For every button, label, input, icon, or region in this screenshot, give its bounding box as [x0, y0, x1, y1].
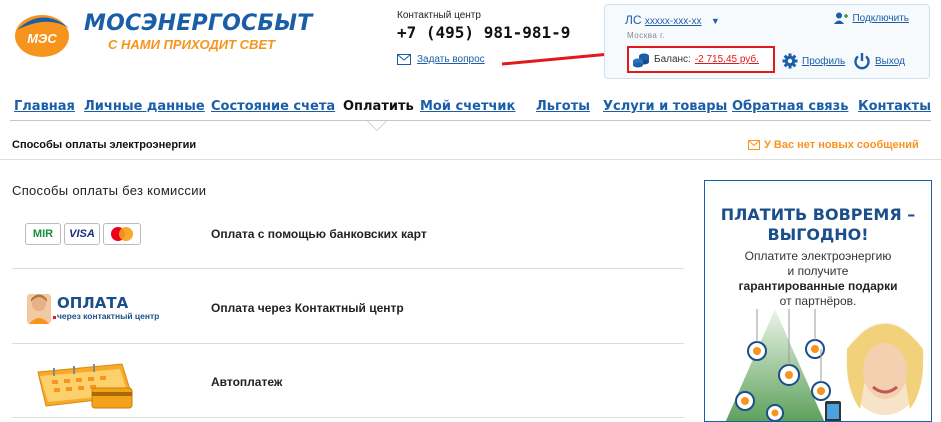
visa-logo: VISA	[64, 223, 100, 245]
banner-title-line1: ПЛАТИТЬ ВОВРЕМЯ –	[720, 205, 916, 224]
balance[interactable]: Баланс: -2 715,45 руб.	[627, 46, 775, 73]
brand[interactable]: МОСЭНЕРГОСБЫТ С НАМИ ПРИХОДИТ СВЕТ	[84, 12, 313, 54]
contact-center-payment-logo[interactable]: ОПЛАТА через контактный центр	[27, 290, 177, 326]
banner-text-line3: гарантированные подарки	[738, 279, 898, 293]
account-selector[interactable]: ЛС xxxxx-xxx-xx ▼	[625, 13, 720, 27]
messages-status-label: У Вас нет новых сообщений	[764, 139, 919, 151]
brand-slogan: С НАМИ ПРИХОДИТ СВЕТ	[108, 37, 276, 52]
add-user-icon	[834, 12, 849, 24]
logout-link-label: Выход	[875, 55, 905, 67]
card-logos[interactable]: MIR VISA	[25, 223, 141, 245]
ask-question-link[interactable]: Задать вопрос	[417, 54, 485, 65]
banner-text-line1: Оплатите электроэнергию	[744, 249, 892, 263]
autopay-calendar-icon[interactable]	[24, 362, 144, 410]
row-divider	[12, 343, 684, 344]
profile-link[interactable]: Профиль	[782, 53, 845, 69]
power-icon	[854, 53, 870, 70]
method-autopay[interactable]: Автоплатеж	[211, 375, 282, 389]
row-divider	[12, 417, 684, 418]
profile-link-label: Профиль	[802, 55, 846, 67]
method-bank-cards[interactable]: Оплата с помощью банковских карт	[211, 227, 427, 241]
connect-link[interactable]: Подключить	[834, 12, 909, 24]
nav-item-my-meter[interactable]: Мой счетчик	[420, 99, 515, 114]
nav-item-account-status[interactable]: Состояние счета	[211, 99, 335, 114]
nav-item-personal-data[interactable]: Личные данные	[84, 99, 205, 114]
balance-label: Баланс:	[654, 54, 691, 65]
messages-status[interactable]: У Вас нет новых сообщений	[748, 139, 919, 151]
contact-logo-title: ОПЛАТА	[57, 294, 129, 312]
coins-icon	[633, 53, 649, 67]
account-number: xxxxx-xxx-xx	[644, 16, 702, 27]
method-contact-center[interactable]: Оплата через Контактный центр	[211, 301, 404, 315]
logout-link[interactable]: Выход	[853, 52, 905, 70]
nav-item-pay[interactable]: Оплатить	[343, 99, 414, 114]
nav-item-home[interactable]: Главная	[14, 99, 75, 114]
banner-text-line2: и получите	[787, 264, 849, 278]
main-nav: Главная Личные данные Состояние счета Оп…	[10, 99, 931, 131]
logo-text: МЭС	[27, 31, 57, 46]
banner-title-line2: ВЫГОДНО!	[767, 225, 869, 244]
section-title: Способы оплаты без комиссии	[12, 183, 207, 198]
mes-logo[interactable]: МЭС	[12, 10, 72, 58]
mastercard-logo	[103, 223, 141, 245]
ask-question[interactable]: Задать вопрос	[397, 54, 485, 65]
chevron-down-icon: ▼	[710, 16, 720, 26]
banner-text-line4: от партнёров.	[779, 294, 857, 308]
contact-center: Контактный центр +7 (495) 981-981-9	[397, 10, 570, 43]
mir-logo: MIR	[25, 223, 61, 245]
brand-name: МОСЭНЕРГОСБЫТ	[84, 11, 313, 36]
page-subtitle: Способы оплаты электроэнергии	[12, 139, 197, 151]
nav-item-benefits[interactable]: Льготы	[536, 99, 590, 114]
contact-label: Контактный центр	[397, 10, 481, 21]
account-prefix: ЛС	[625, 13, 642, 27]
nav-item-feedback[interactable]: Обратная связь	[732, 99, 848, 114]
connect-link-label: Подключить	[852, 12, 909, 24]
banner-text: Оплатите электроэнергию и получите гаран…	[705, 249, 931, 309]
nav-item-services[interactable]: Услуги и товары	[603, 99, 727, 114]
banner-illustration	[705, 309, 931, 421]
balance-value[interactable]: -2 715,45 руб.	[695, 54, 759, 65]
row-divider	[12, 268, 684, 269]
contact-logo-subtitle: через контактный центр	[57, 311, 159, 321]
active-tab-pointer-fill	[368, 121, 386, 130]
gear-icon	[782, 53, 798, 69]
nav-item-contacts[interactable]: Контакты	[858, 99, 931, 114]
promo-banner[interactable]: ПЛАТИТЬ ВОВРЕМЯ – ВЫГОДНО! Оплатите элек…	[704, 180, 932, 422]
banner-title: ПЛАТИТЬ ВОВРЕМЯ – ВЫГОДНО!	[705, 205, 931, 245]
contact-phone: +7 (495) 981-981-9	[397, 23, 571, 42]
envelope-icon	[748, 140, 760, 150]
account-city: Москва г.	[627, 31, 666, 40]
divider	[0, 159, 941, 160]
envelope-icon	[397, 54, 411, 65]
account-panel: ЛС xxxxx-xxx-xx ▼ Москва г. Подключить Б…	[604, 4, 930, 79]
